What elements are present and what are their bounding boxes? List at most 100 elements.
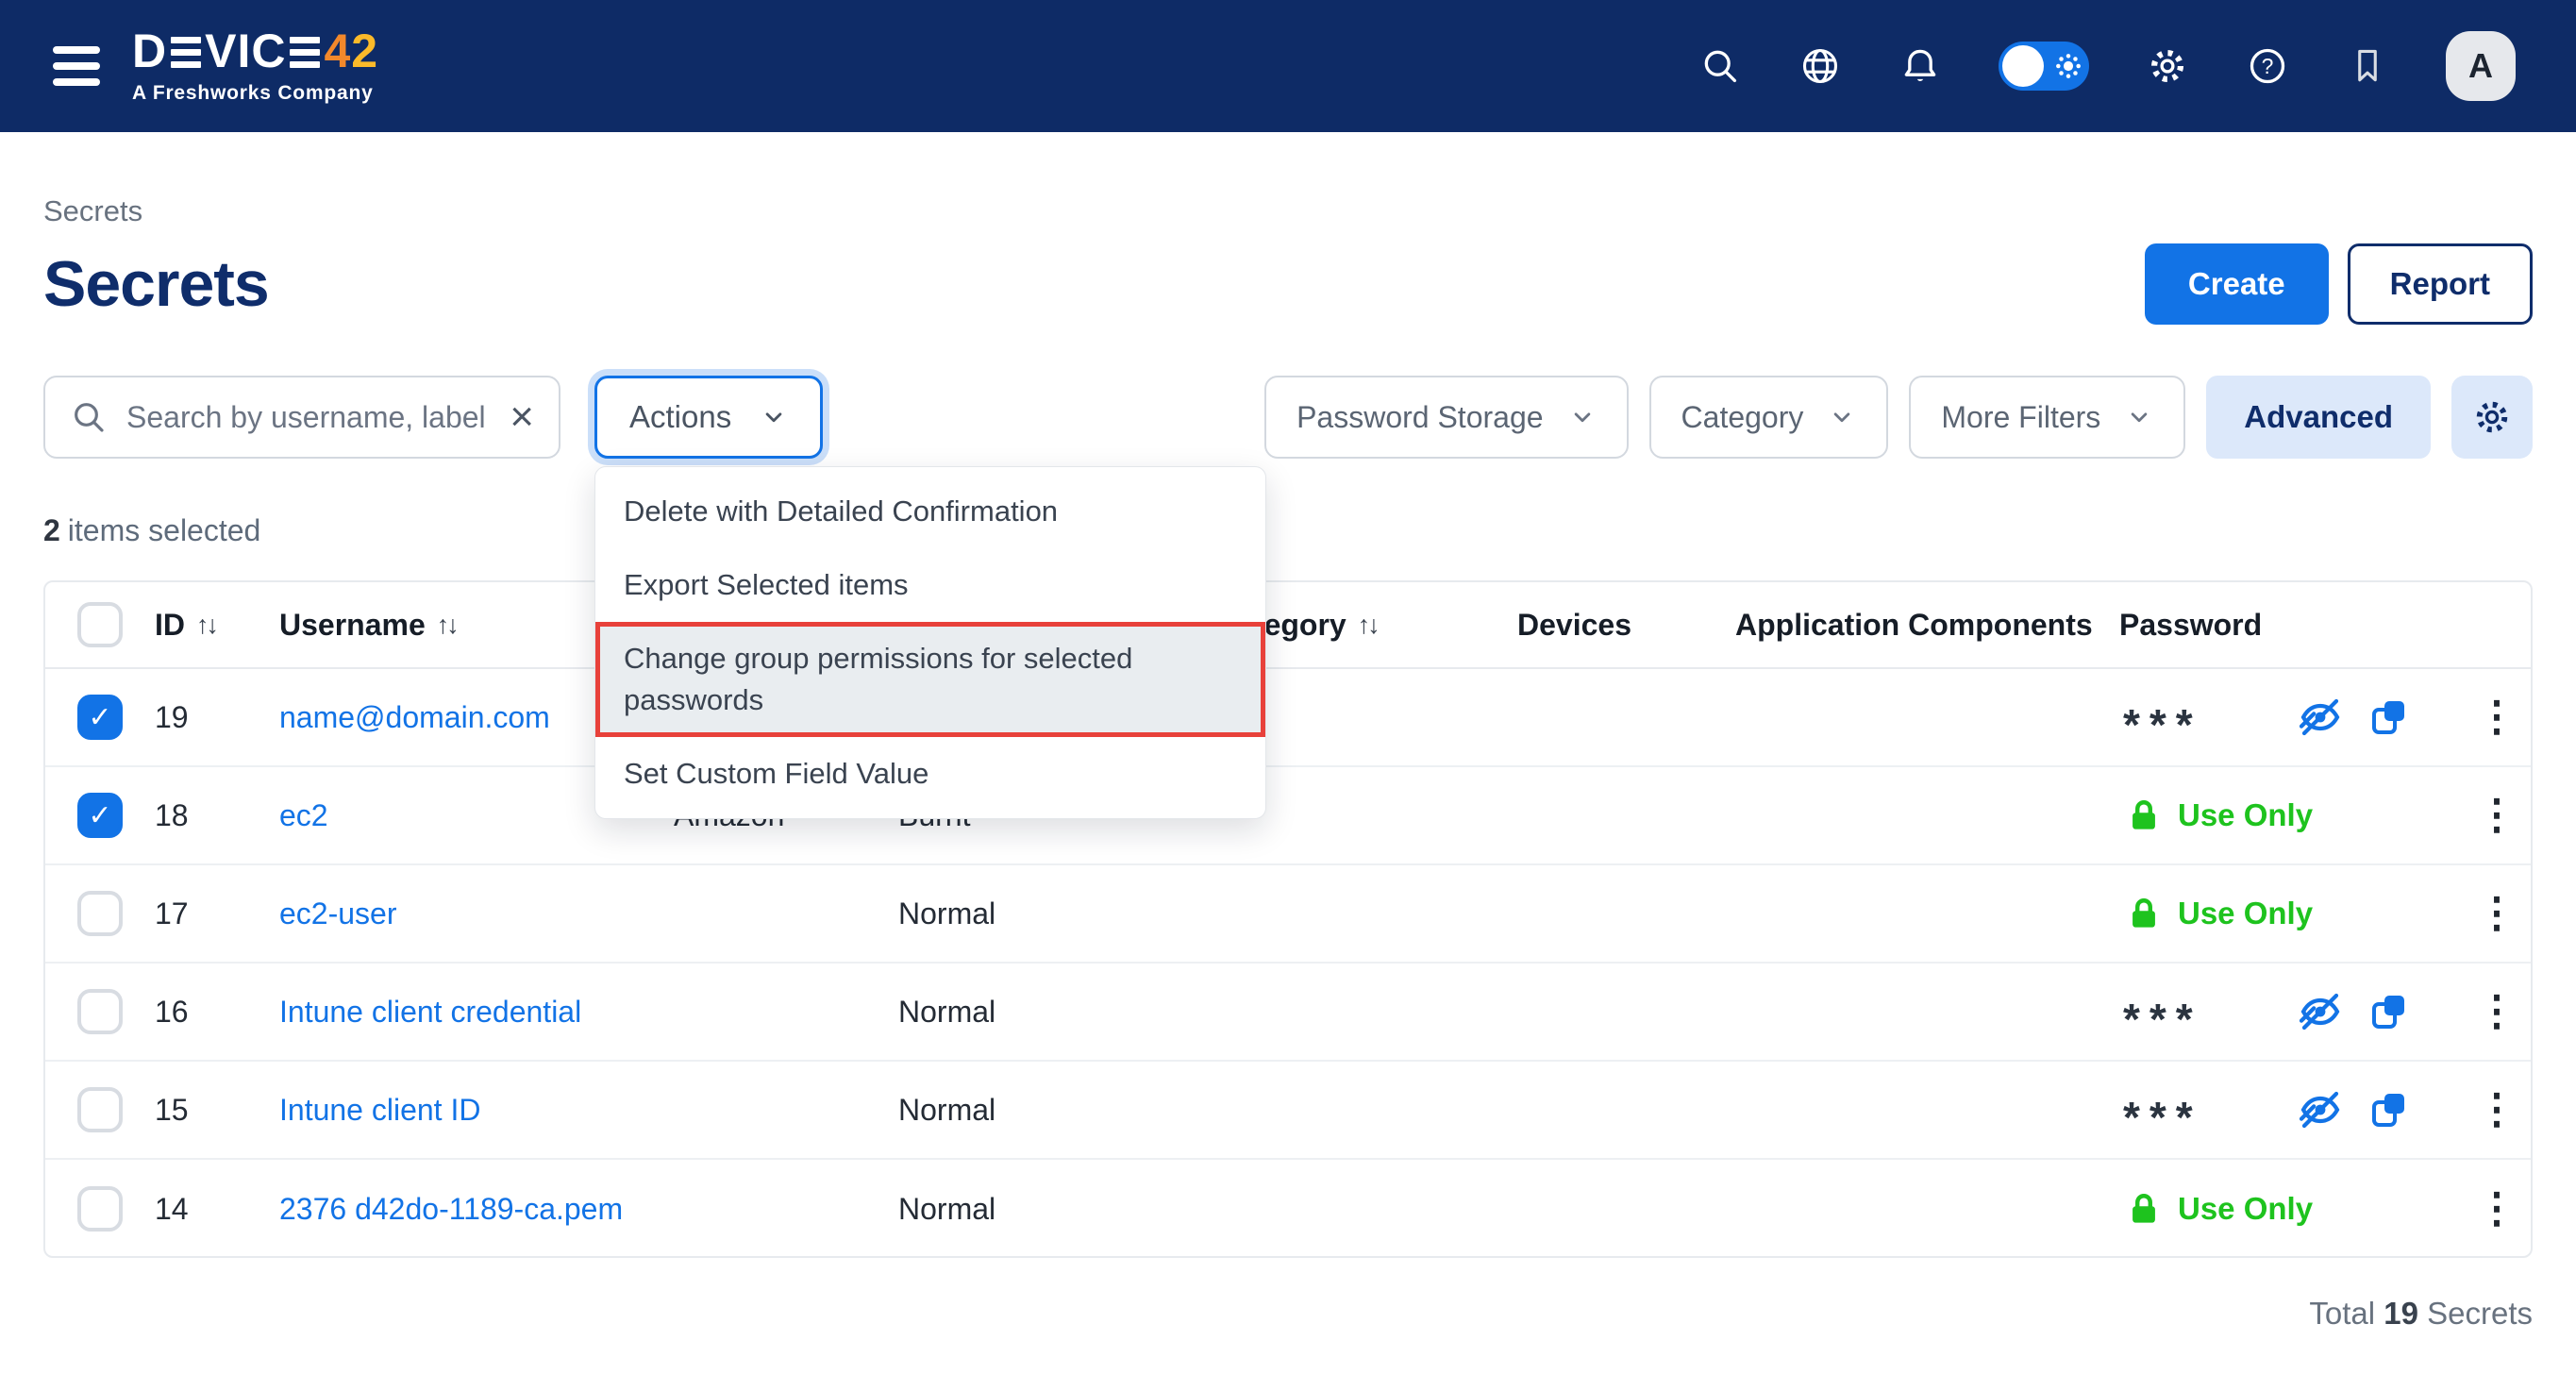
table-total: Total 19 Secrets	[43, 1296, 2533, 1332]
title-row: Secrets Create Report	[43, 243, 2533, 325]
advanced-button[interactable]: Advanced	[2206, 376, 2431, 459]
main-content: Secrets Secrets Create Report × Actions	[0, 194, 2576, 1332]
total-count: 19	[2384, 1296, 2418, 1331]
toolbar: × Actions Delete with Detailed Confirmat…	[43, 376, 2533, 459]
table-row: 16 Intune client credential Normal ***	[45, 964, 2531, 1062]
brand-subtitle: A Freshworks Company	[132, 82, 378, 105]
row-menu-kebab-icon[interactable]: ⋮	[2467, 991, 2527, 1032]
row-id: 18	[155, 798, 189, 833]
brand-letter: D	[132, 27, 167, 75]
search-input[interactable]	[126, 400, 491, 435]
select-all-checkbox[interactable]	[77, 602, 123, 647]
row-checkbox[interactable]	[77, 695, 123, 740]
use-only-badge: Use Only	[2123, 1188, 2313, 1230]
column-header-username[interactable]: Username ↑↓	[279, 582, 457, 667]
sort-icon[interactable]: ↑↓	[1358, 611, 1378, 640]
brand-logo[interactable]: D VIC 4 2 A Freshworks Company	[132, 27, 378, 105]
chevron-down-icon	[1568, 403, 1597, 431]
notifications-bell-icon[interactable]	[1899, 44, 1942, 88]
help-icon[interactable]: ?	[2246, 44, 2289, 88]
copy-password-icon[interactable]	[2365, 988, 2412, 1035]
secrets-page: D VIC 4 2 A Freshworks Company	[0, 0, 2576, 1391]
table-settings-gear-icon[interactable]	[2451, 376, 2533, 459]
globe-icon[interactable]	[1798, 44, 1842, 88]
table-row: 17 ec2-user Normal ***	[45, 865, 2531, 964]
menu-icon[interactable]	[53, 46, 100, 86]
actions-button[interactable]: Actions	[594, 376, 823, 459]
use-only-label: Use Only	[2178, 896, 2313, 931]
reveal-password-eye-off-icon[interactable]	[2297, 988, 2344, 1035]
bookmark-icon[interactable]	[2346, 44, 2389, 88]
brand-e-icon	[171, 37, 201, 68]
row-menu-kebab-icon[interactable]: ⋮	[2467, 795, 2527, 836]
row-menu-kebab-icon[interactable]: ⋮	[2467, 696, 2527, 738]
username-link[interactable]: Intune client ID	[279, 1093, 480, 1128]
title-actions: Create Report	[2145, 243, 2533, 325]
brand-number: 4	[324, 27, 351, 75]
menu-item-change-group-permissions[interactable]: Change group permissions for selected pa…	[595, 622, 1265, 737]
row-category: Normal	[898, 1192, 995, 1227]
table-row: 18 ec2 Amazon Burnt ***	[45, 767, 2531, 865]
row-checkbox[interactable]	[77, 793, 123, 838]
username-link[interactable]: name@domain.com	[279, 700, 550, 735]
filter-label: Category	[1681, 400, 1804, 435]
selection-status: 2items selected	[43, 513, 2533, 548]
search-box: ×	[43, 376, 560, 459]
row-menu-kebab-icon[interactable]: ⋮	[2467, 1089, 2527, 1131]
column-header-id[interactable]: ID ↑↓	[155, 582, 216, 667]
more-filters-filter[interactable]: More Filters	[1909, 376, 2185, 459]
selection-count: 2	[43, 513, 60, 547]
brand-letters: VIC	[205, 27, 286, 75]
column-header-devices: Devices	[1517, 582, 1631, 667]
row-id: 14	[155, 1192, 189, 1227]
search-icon	[70, 398, 108, 436]
actions-dropdown: Actions Delete with Detailed Confirmatio…	[594, 376, 823, 459]
copy-password-icon[interactable]	[2365, 1086, 2412, 1133]
password-storage-filter[interactable]: Password Storage	[1264, 376, 1628, 459]
theme-toggle[interactable]	[1999, 42, 2089, 91]
column-label: Password	[2119, 608, 2262, 643]
secrets-table: ID ↑↓ Username ↑↓ Category ↑↓ Devices Ap…	[43, 580, 2533, 1258]
search-icon[interactable]	[1698, 44, 1742, 88]
settings-gear-icon[interactable]	[2146, 44, 2189, 88]
username-link[interactable]: 2376 d42do-1189-ca.pem	[279, 1192, 623, 1227]
row-checkbox[interactable]	[77, 1087, 123, 1132]
svg-text:?: ?	[2262, 54, 2274, 78]
lock-icon	[2123, 1188, 2165, 1230]
lock-icon	[2123, 795, 2165, 836]
menu-item-export[interactable]: Export Selected items	[595, 548, 1265, 622]
toggle-knob	[2002, 45, 2044, 87]
row-category: Normal	[898, 897, 995, 931]
row-menu-kebab-icon[interactable]: ⋮	[2467, 1188, 2527, 1230]
page-title: Secrets	[43, 249, 269, 320]
row-menu-kebab-icon[interactable]: ⋮	[2467, 893, 2527, 934]
sort-icon[interactable]: ↑↓	[437, 611, 457, 640]
chevron-down-icon	[2125, 403, 2153, 431]
copy-password-icon[interactable]	[2365, 694, 2412, 741]
clear-search-icon[interactable]: ×	[510, 396, 534, 438]
row-id: 19	[155, 700, 189, 735]
avatar-initial: A	[2468, 46, 2493, 86]
avatar[interactable]: A	[2446, 31, 2516, 101]
chevron-down-icon	[760, 403, 788, 431]
category-filter[interactable]: Category	[1649, 376, 1889, 459]
brand-number: 2	[351, 27, 378, 75]
menu-item-set-custom-field[interactable]: Set Custom Field Value	[595, 737, 1265, 811]
menu-item-delete[interactable]: Delete with Detailed Confirmation	[595, 475, 1265, 548]
username-link[interactable]: ec2-user	[279, 897, 397, 931]
row-checkbox[interactable]	[77, 891, 123, 936]
row-id: 15	[155, 1093, 189, 1128]
report-button[interactable]: Report	[2348, 243, 2533, 325]
reveal-password-eye-off-icon[interactable]	[2297, 694, 2344, 741]
reveal-password-eye-off-icon[interactable]	[2297, 1086, 2344, 1133]
total-unit: Secrets	[2427, 1296, 2533, 1331]
sort-icon[interactable]: ↑↓	[196, 611, 216, 640]
username-link[interactable]: ec2	[279, 798, 328, 833]
row-checkbox[interactable]	[77, 989, 123, 1034]
create-button[interactable]: Create	[2145, 243, 2329, 325]
app-header: D VIC 4 2 A Freshworks Company	[0, 0, 2576, 132]
column-header-password: Password	[2119, 582, 2262, 667]
header-actions: ? A	[1698, 31, 2516, 101]
username-link[interactable]: Intune client credential	[279, 995, 581, 1030]
row-checkbox[interactable]	[77, 1186, 123, 1232]
